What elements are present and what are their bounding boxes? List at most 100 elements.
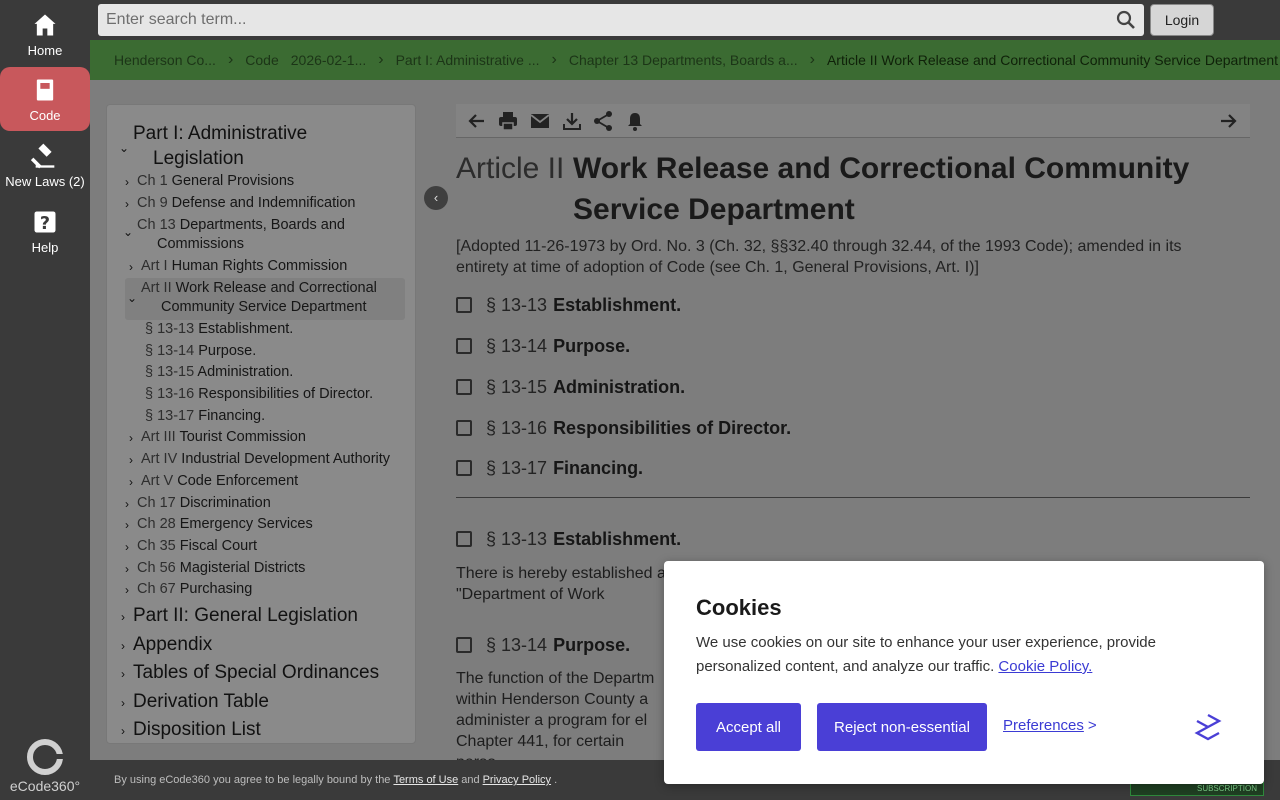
breadcrumb-item[interactable]: Henderson Co... bbox=[114, 52, 216, 68]
chevron-right-icon[interactable]: › bbox=[121, 639, 125, 653]
download-icon[interactable] bbox=[561, 110, 583, 132]
chevron-down-icon[interactable]: ⌄ bbox=[123, 225, 133, 239]
chevron-right-icon[interactable]: › bbox=[129, 260, 133, 274]
rail-item-help[interactable]: ? Help bbox=[0, 199, 90, 263]
breadcrumb-item[interactable]: Code bbox=[245, 52, 278, 68]
ecode360-logo-text: eCode360° bbox=[9, 778, 81, 794]
cookie-text: We use cookies on our site to enhance yo… bbox=[696, 634, 1156, 675]
reject-non-essential-button[interactable]: Reject non-essential bbox=[817, 703, 987, 751]
rail-item-home[interactable]: Home bbox=[0, 2, 90, 66]
chevron-right-icon[interactable]: › bbox=[129, 453, 133, 467]
section-checkbox[interactable] bbox=[456, 460, 472, 476]
toc-art3[interactable]: Art III Tourist Commission bbox=[141, 429, 306, 445]
section-checkbox[interactable] bbox=[456, 420, 472, 436]
rail-item-new-laws[interactable]: New Laws (2) bbox=[0, 133, 90, 197]
privacy-policy-link[interactable]: Privacy Policy bbox=[483, 774, 551, 786]
toc-ch13-cont[interactable]: Commissions bbox=[157, 236, 244, 252]
rail-item-label: Code bbox=[29, 107, 61, 123]
toc-ch1[interactable]: Ch 1 General Provisions bbox=[137, 173, 294, 189]
chevron-right-icon[interactable]: › bbox=[121, 696, 125, 710]
toc-ch35[interactable]: Ch 35 Fiscal Court bbox=[137, 538, 257, 554]
login-button[interactable]: Login bbox=[1150, 4, 1214, 36]
section-checkbox[interactable] bbox=[456, 637, 472, 653]
chevron-right-icon[interactable]: › bbox=[121, 724, 125, 738]
ecode360-logo[interactable]: eCode360° bbox=[0, 739, 90, 794]
toc-art5[interactable]: Art V Code Enforcement bbox=[141, 473, 298, 489]
article-history: [Adopted 11-26-1973 by Ord. No. 3 (Ch. 3… bbox=[456, 238, 1182, 276]
terms-of-use-link[interactable]: Terms of Use bbox=[393, 774, 458, 786]
section-link[interactable]: § 13-15 Administration. bbox=[456, 377, 685, 398]
toc-ch28[interactable]: Ch 28 Emergency Services bbox=[137, 516, 313, 532]
chevron-right-icon[interactable]: › bbox=[121, 610, 125, 624]
chevron-right-icon[interactable]: › bbox=[125, 562, 129, 576]
breadcrumb-item[interactable]: 2026-02-1... bbox=[291, 52, 367, 68]
section-checkbox[interactable] bbox=[456, 531, 472, 547]
chevron-down-icon[interactable]: ⌄ bbox=[119, 141, 129, 155]
toc-part1[interactable]: Part I: Administrative bbox=[133, 123, 307, 145]
search-input[interactable] bbox=[98, 4, 1144, 36]
share-icon[interactable] bbox=[592, 110, 614, 132]
section-heading: § 13-14 Purpose. bbox=[456, 635, 630, 656]
notification-bell-icon[interactable] bbox=[624, 110, 646, 132]
chevron-right-icon[interactable]: › bbox=[129, 431, 133, 445]
section-link[interactable]: § 13-16 Responsibilities of Director. bbox=[456, 418, 791, 439]
toc-derivation[interactable]: Derivation Table bbox=[133, 691, 269, 713]
section-text: The function of the Departm within Hende… bbox=[456, 670, 655, 760]
chevron-right-icon[interactable]: › bbox=[125, 175, 129, 189]
section-checkbox[interactable] bbox=[456, 297, 472, 313]
chevron-right-icon[interactable]: › bbox=[125, 518, 129, 532]
breadcrumb-item[interactable]: Chapter 13 Departments, Boards a... bbox=[569, 52, 798, 68]
svg-text:?: ? bbox=[40, 214, 50, 234]
section-link[interactable]: § 13-17 Financing. bbox=[456, 458, 643, 479]
chevron-right-icon[interactable]: › bbox=[125, 583, 129, 597]
toc-ch9[interactable]: Ch 9 Defense and Indemnification bbox=[137, 195, 355, 211]
search-icon[interactable] bbox=[1116, 10, 1136, 30]
toc-sec-13-16[interactable]: § 13-16 Responsibilities of Director. bbox=[145, 386, 373, 402]
article-name: Work Release and Correctional Community … bbox=[573, 152, 1190, 226]
rail-item-label: Home bbox=[27, 42, 63, 58]
toc-ch17[interactable]: Ch 17 Discrimination bbox=[137, 495, 271, 511]
section-checkbox[interactable] bbox=[456, 338, 472, 354]
subscription-badge: SUBSCRIPTION bbox=[1130, 782, 1264, 796]
cookie-policy-link[interactable]: Cookie Policy. bbox=[998, 658, 1092, 675]
toc-appendix[interactable]: Appendix bbox=[133, 634, 212, 656]
toc-ch56[interactable]: Ch 56 Magisterial Districts bbox=[137, 560, 305, 576]
rail-item-code[interactable]: Code bbox=[0, 67, 90, 131]
ecode360-logo-icon bbox=[27, 739, 65, 775]
toc-ch13[interactable]: Ch 13 Departments, Boards and bbox=[137, 217, 345, 233]
section-link[interactable]: § 13-13 Establishment. bbox=[456, 295, 681, 316]
toc-art1[interactable]: Art I Human Rights Commission bbox=[141, 258, 347, 274]
chevron-right-icon[interactable]: › bbox=[129, 475, 133, 489]
toc-sec-13-13[interactable]: § 13-13 Establishment. bbox=[145, 321, 293, 337]
section-link[interactable]: § 13-14 Purpose. bbox=[456, 336, 630, 357]
chevron-right-icon[interactable]: › bbox=[125, 497, 129, 511]
back-arrow-icon[interactable] bbox=[465, 110, 487, 132]
accept-all-button[interactable]: Accept all bbox=[696, 703, 801, 751]
collapse-toc-button[interactable]: ‹ bbox=[424, 186, 448, 210]
chevron-right-icon[interactable]: › bbox=[125, 197, 129, 211]
print-icon[interactable] bbox=[497, 110, 519, 132]
toc-panel: ⌄ Part I: Administrative Legislation › C… bbox=[106, 104, 416, 744]
toc-tables[interactable]: Tables of Special Ordinances bbox=[133, 662, 379, 684]
chevron-right-icon[interactable]: › bbox=[121, 667, 125, 681]
toc-disposition[interactable]: Disposition List bbox=[133, 719, 261, 741]
toc-art4[interactable]: Art IV Industrial Development Authority bbox=[141, 451, 390, 467]
preferences-link[interactable]: Preferences > bbox=[1003, 717, 1097, 734]
cookie-dialog: Cookies We use cookies on our site to en… bbox=[664, 561, 1264, 784]
toc-ch67[interactable]: Ch 67 Purchasing bbox=[137, 581, 252, 597]
toc-sec-13-15[interactable]: § 13-15 Administration. bbox=[145, 364, 293, 380]
toc-part1-cont[interactable]: Legislation bbox=[153, 148, 244, 170]
toc-part2[interactable]: Part II: General Legislation bbox=[133, 605, 358, 627]
toc-sec-13-14[interactable]: § 13-14 Purpose. bbox=[145, 343, 256, 359]
breadcrumb-item[interactable]: Part I: Administrative ... bbox=[396, 52, 540, 68]
section-text: There is hereby established a "Departmen… bbox=[456, 565, 666, 603]
forward-arrow-icon[interactable] bbox=[1218, 110, 1240, 132]
chevron-right-icon[interactable]: › bbox=[125, 540, 129, 554]
email-icon[interactable] bbox=[529, 110, 551, 132]
chevron-down-icon[interactable]: ⌄ bbox=[127, 291, 137, 305]
section-checkbox[interactable] bbox=[456, 379, 472, 395]
toc-art2-cont[interactable]: Community Service Department bbox=[161, 299, 367, 315]
footer-text: . bbox=[554, 774, 558, 786]
toc-sec-13-17[interactable]: § 13-17 Financing. bbox=[145, 408, 265, 424]
toc-art2[interactable]: Art II Work Release and Correctional bbox=[141, 280, 377, 296]
